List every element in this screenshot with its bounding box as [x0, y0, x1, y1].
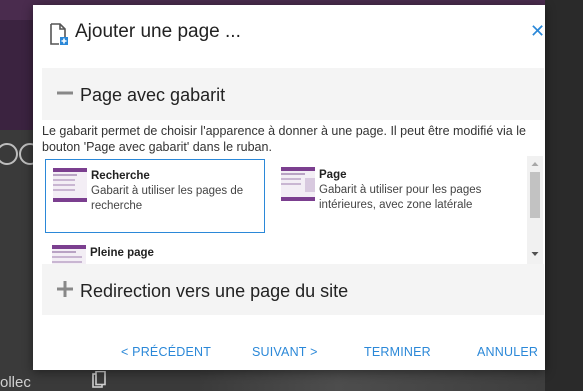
previous-button[interactable]: < PRÉCÉDENT	[121, 345, 211, 360]
template-tile-recherche[interactable]: Recherche Gabarit à utiliser les pages d…	[45, 159, 265, 233]
scroll-up-icon[interactable]	[527, 158, 543, 170]
background-copy-icon	[92, 371, 106, 388]
minus-icon	[57, 91, 73, 95]
template-gallery: Recherche Gabarit à utiliser les pages d…	[42, 155, 544, 264]
scroll-down-icon[interactable]	[527, 248, 543, 260]
scrollbar-thumb[interactable]	[530, 172, 540, 218]
background-text: ollec	[0, 374, 31, 391]
dialog-title: Ajouter une page ...	[75, 21, 241, 42]
template-name: Page	[319, 169, 347, 181]
cancel-button[interactable]: ANNULER	[477, 345, 538, 360]
gallery-scrollbar[interactable]	[527, 156, 543, 264]
close-icon[interactable]: ✕	[530, 22, 545, 40]
section-page-template-label: Page avec gabarit	[80, 85, 226, 105]
template-name: Recherche	[91, 170, 150, 182]
template-tile-page[interactable]: Page Gabarit à utiliser pour les pages i…	[274, 159, 494, 233]
section-redirect-label: Redirection vers une page du site	[80, 281, 349, 301]
background-right	[545, 0, 583, 391]
plus-icon	[57, 281, 73, 297]
new-page-icon	[50, 23, 68, 45]
template-thumbnail-icon	[281, 167, 315, 201]
add-page-dialog: Ajouter une page ... ✕ Page avec gabarit…	[33, 5, 545, 370]
template-description: Le gabarit permet de choisir l'apparence…	[42, 124, 526, 154]
template-desc: Gabarit à utiliser les pages de recherch…	[91, 185, 244, 212]
template-thumbnail-icon	[53, 168, 87, 202]
section-page-template[interactable]: Page avec gabarit	[42, 68, 544, 120]
template-tile-pleine-page[interactable]: Pleine page	[45, 237, 265, 264]
template-name: Pleine page	[90, 247, 154, 259]
section-redirect[interactable]: Redirection vers une page du site	[42, 264, 544, 315]
template-thumbnail-icon	[52, 245, 86, 264]
next-button[interactable]: SUIVANT >	[252, 345, 318, 360]
template-desc: Gabarit à utiliser pour les pages intéri…	[319, 184, 482, 211]
finish-button[interactable]: TERMINER	[364, 345, 431, 360]
